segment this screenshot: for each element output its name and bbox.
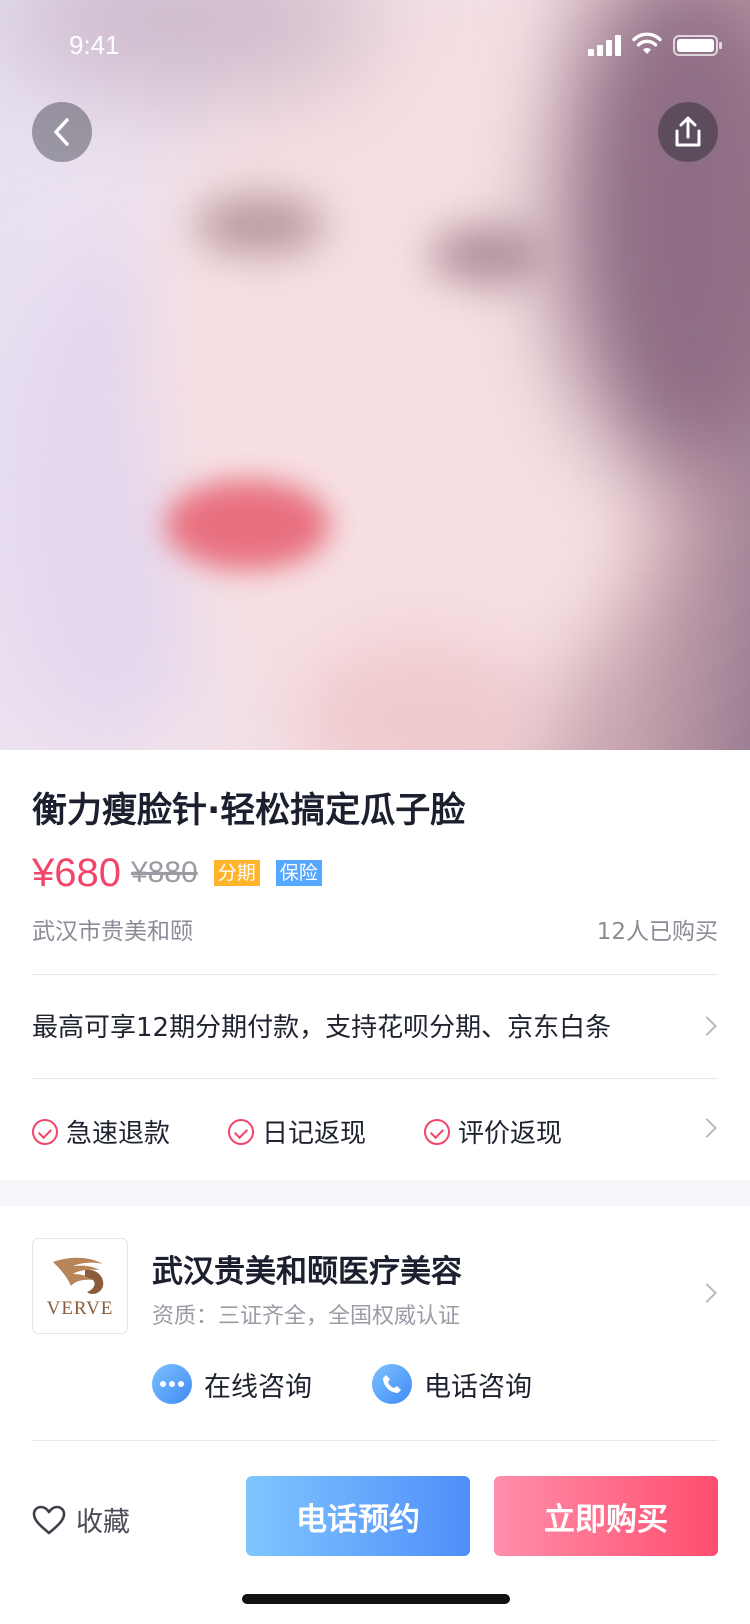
product-hero-image[interactable] — [0, 0, 750, 750]
installment-tag: 分期 — [213, 860, 260, 886]
section-gap — [0, 1180, 750, 1206]
clinic-logo-text: VERVE — [46, 1298, 114, 1319]
online-consult-label: 在线咨询 — [204, 1371, 312, 1403]
favorite-button[interactable]: 收藏 — [32, 1500, 130, 1539]
guarantee-item: 日记返现 — [228, 1113, 366, 1150]
guarantee-item: 急速退款 — [32, 1113, 170, 1150]
check-circle-icon — [32, 1118, 58, 1145]
original-price: ¥880 — [130, 856, 198, 889]
guarantee-label: 评价返现 — [458, 1119, 563, 1149]
status-bar: 9:41 — [0, 0, 750, 88]
bottom-action-bar: 收藏 电话预约 立即购买 — [0, 1460, 750, 1624]
clinic-logo: VERVE — [32, 1238, 128, 1334]
chevron-right-icon — [697, 1016, 717, 1036]
guarantee-item: 评价返现 — [424, 1113, 562, 1150]
wifi-icon — [632, 32, 662, 54]
hero-blur-layer — [430, 225, 550, 285]
installment-text: 最高可享12期分期付款，支持花呗分期、京东白条 — [32, 1013, 612, 1043]
chevron-left-icon — [54, 118, 69, 146]
purchase-count: 12人已购买 — [596, 919, 718, 945]
status-time: 9:41 — [69, 30, 120, 60]
guarantees-row[interactable]: 急速退款 日记返现 评价返现 — [0, 1079, 750, 1179]
battery-icon — [673, 35, 722, 56]
buy-now-button[interactable]: 立即购买 — [494, 1476, 718, 1556]
price-row: ¥680 ¥880 分期 保险 — [32, 848, 322, 898]
phone-consult-label: 电话咨询 — [424, 1371, 532, 1403]
call-reserve-button[interactable]: 电话预约 — [246, 1476, 470, 1556]
favorite-label: 收藏 — [76, 1507, 130, 1538]
share-button[interactable] — [658, 102, 718, 162]
product-title: 衡力瘦脸针·轻松搞定瓜子脸 — [32, 791, 466, 831]
hero-blur-layer — [195, 195, 325, 255]
guarantee-label: 日记返现 — [262, 1119, 367, 1149]
phone-consult-button[interactable]: 电话咨询 — [372, 1364, 532, 1404]
heart-icon — [32, 1505, 66, 1534]
back-button[interactable] — [32, 102, 92, 162]
installment-row[interactable]: 最高可享12期分期付款，支持花呗分期、京东白条 — [0, 975, 750, 1078]
insurance-tag: 保险 — [275, 860, 322, 886]
chat-bubble-icon — [152, 1364, 192, 1404]
clinic-location: 武汉市贵美和颐 — [32, 919, 193, 945]
guarantee-label: 急速退款 — [66, 1119, 171, 1149]
divider — [32, 1440, 718, 1441]
online-consult-button[interactable]: 在线咨询 — [152, 1364, 312, 1404]
signal-icon — [588, 34, 622, 56]
home-indicator — [242, 1594, 510, 1604]
share-icon — [675, 116, 701, 147]
chevron-right-icon — [697, 1118, 717, 1138]
chevron-right-icon — [697, 1283, 717, 1303]
phone-icon — [372, 1364, 412, 1404]
hero-blur-layer — [165, 480, 330, 570]
clinic-qualification: 资质：三证齐全，全国权威认证 — [152, 1304, 461, 1329]
check-circle-icon — [424, 1118, 450, 1145]
current-price: ¥680 — [32, 850, 121, 895]
check-circle-icon — [228, 1118, 254, 1145]
wing-logo-icon — [53, 1257, 104, 1294]
clinic-name: 武汉贵美和颐医疗美容 — [152, 1254, 462, 1290]
